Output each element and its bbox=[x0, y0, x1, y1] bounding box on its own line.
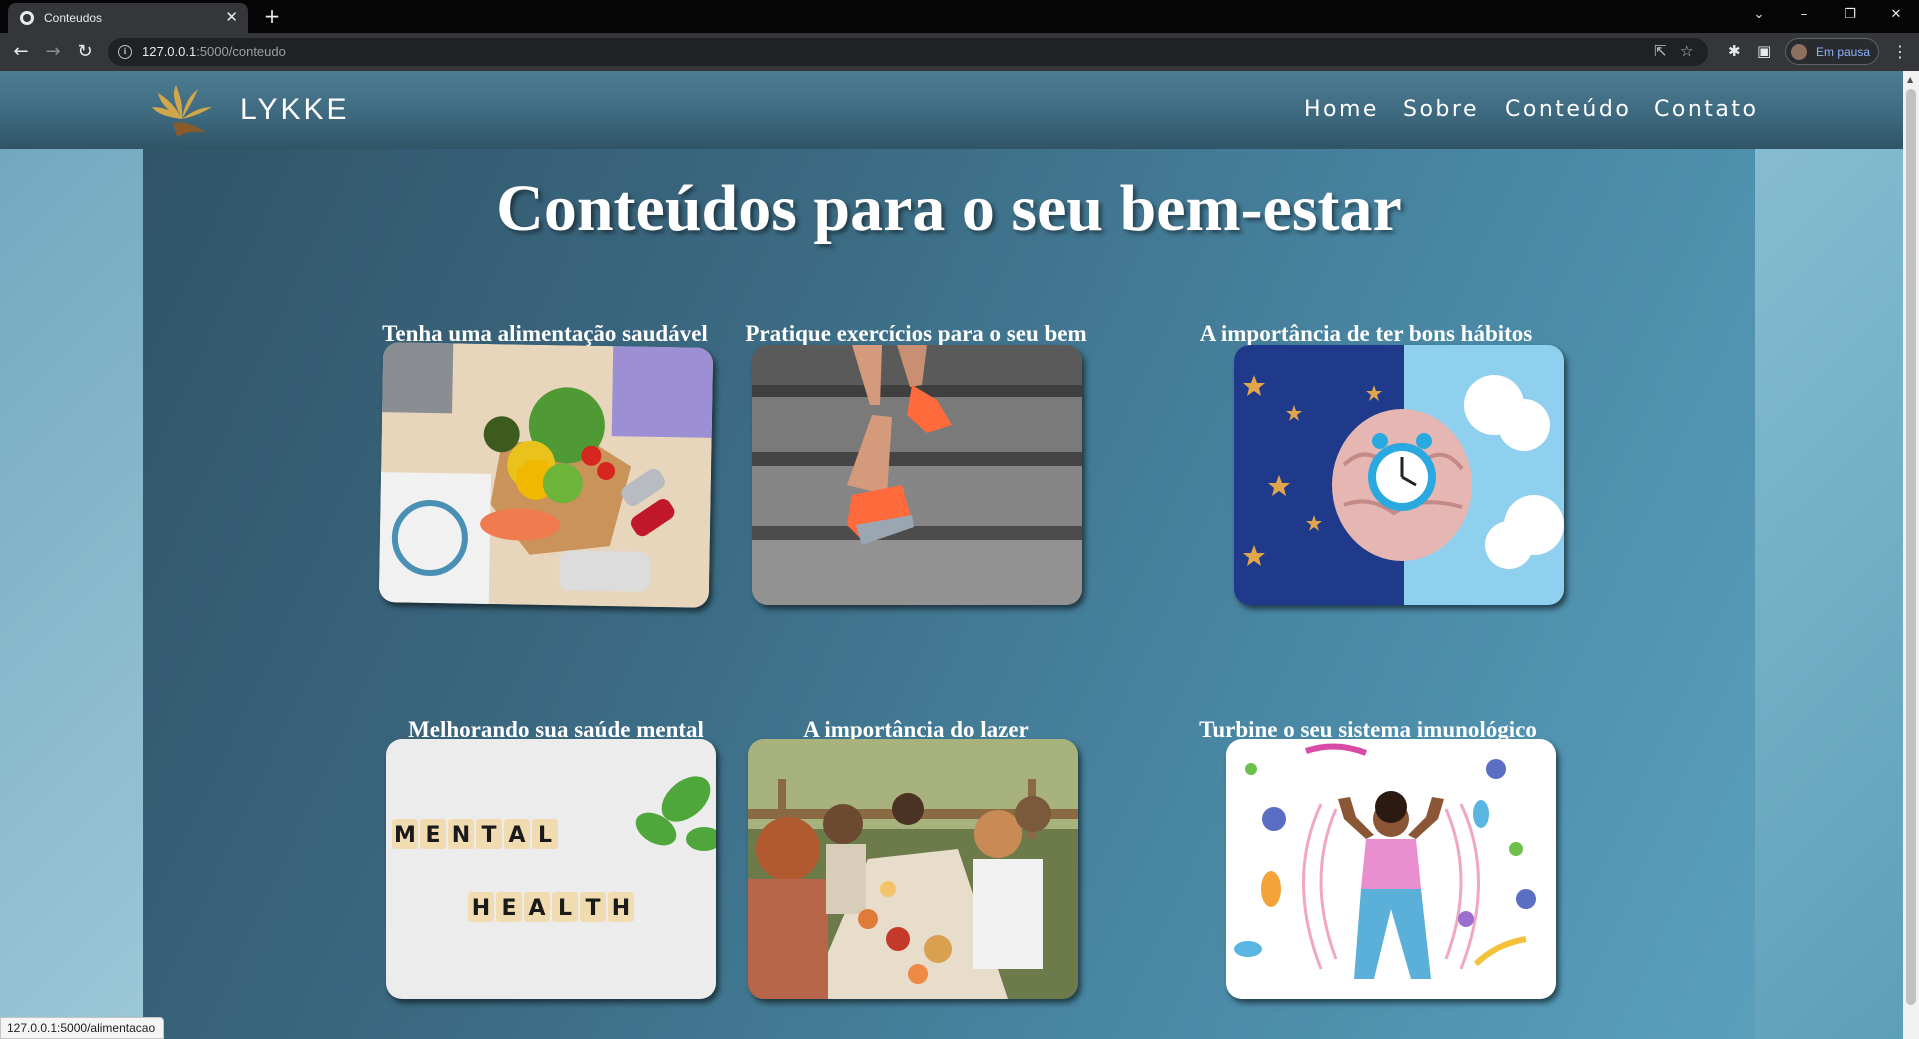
svg-text:A: A bbox=[508, 823, 525, 848]
browser-tab-conteudos[interactable]: Conteudos ✕ bbox=[8, 3, 248, 33]
svg-text:E: E bbox=[425, 823, 440, 848]
svg-text:L: L bbox=[538, 823, 552, 848]
card-title: A importância de ter bons hábitos bbox=[1199, 321, 1533, 346]
url-text: 127.0.0.1:5000/conteudo bbox=[142, 44, 286, 59]
reload-icon[interactable]: ↻ bbox=[72, 39, 98, 65]
minimize-button[interactable]: – bbox=[1781, 0, 1827, 30]
back-arrow-icon[interactable]: ← bbox=[8, 39, 34, 65]
side-panel-icon[interactable]: ▣ bbox=[1757, 42, 1771, 60]
globe-icon bbox=[20, 11, 34, 25]
nav-link-conteudo[interactable]: Conteúdo bbox=[1505, 97, 1631, 122]
content-card-exercicios[interactable]: Pratique exercícios para o seu bem bbox=[696, 321, 1136, 641]
bookmark-star-icon[interactable]: ☆ bbox=[1680, 42, 1693, 60]
site-info-icon[interactable]: i bbox=[118, 45, 132, 59]
running-stairs-image[interactable] bbox=[752, 345, 1082, 605]
svg-text:T: T bbox=[481, 823, 496, 848]
link-status-bar: 127.0.0.1:5000/alimentacao bbox=[0, 1017, 165, 1039]
browser-menu-icon[interactable]: ⋮ bbox=[1892, 42, 1908, 61]
content-panel: Conteúdos para o seu bem-estar Tenha uma… bbox=[143, 149, 1755, 1039]
share-icon[interactable]: ⇱ bbox=[1654, 42, 1667, 60]
browser-toolbar: ← → ↻ i 127.0.0.1:5000/conteudo ⇱ ☆ ✱ ▣ … bbox=[0, 33, 1919, 71]
extensions-puzzle-icon[interactable]: ✱ bbox=[1728, 42, 1741, 60]
forward-arrow-icon[interactable]: → bbox=[40, 39, 66, 65]
svg-text:L: L bbox=[558, 896, 572, 921]
profile-status: Em pausa bbox=[1816, 45, 1871, 59]
content-card-habitos[interactable]: A importância de ter bons hábitos bbox=[1146, 321, 1586, 641]
nav-link-contato[interactable]: Contato bbox=[1654, 97, 1758, 122]
profile-button[interactable]: Em pausa bbox=[1785, 38, 1879, 65]
restore-button[interactable]: ❐ bbox=[1827, 0, 1873, 30]
tab-title: Conteudos bbox=[44, 11, 103, 25]
new-tab-button[interactable]: + bbox=[259, 3, 285, 29]
page-viewport: LYKKE Home Sobre Conteúdo Contato Conteú… bbox=[0, 71, 1903, 1039]
browser-tab-strip: Conteudos ✕ + ⌄ – ❐ ✕ bbox=[0, 0, 1919, 33]
nav-link-home[interactable]: Home bbox=[1304, 97, 1379, 122]
card-title: Pratique exercícios para o seu bem bbox=[745, 321, 1087, 346]
close-tab-icon[interactable]: ✕ bbox=[225, 8, 238, 26]
nav-link-sobre[interactable]: Sobre bbox=[1403, 97, 1479, 122]
content-card-lazer[interactable]: A importância do lazer bbox=[696, 717, 1136, 1037]
tab-search-chevron-icon[interactable]: ⌄ bbox=[1736, 0, 1782, 30]
svg-text:T: T bbox=[585, 896, 600, 921]
page-scrollbar[interactable]: ▲ bbox=[1903, 71, 1919, 1039]
page-title: Conteúdos para o seu bem-estar bbox=[496, 172, 1402, 245]
friends-picnic-image[interactable] bbox=[748, 739, 1078, 999]
lykke-logo-icon[interactable] bbox=[152, 81, 222, 139]
mental-health-tiles-image[interactable]: MEN TAL HEA LTH bbox=[386, 739, 716, 999]
svg-text:E: E bbox=[501, 896, 516, 921]
brain-clock-image[interactable] bbox=[1234, 345, 1564, 605]
svg-text:M: M bbox=[394, 823, 416, 848]
content-card-imunologico[interactable]: Turbine o seu sistema imunológico bbox=[1148, 717, 1588, 1037]
svg-text:N: N bbox=[452, 823, 470, 848]
scrollbar-thumb[interactable] bbox=[1906, 89, 1916, 1005]
address-bar[interactable]: i 127.0.0.1:5000/conteudo ⇱ ☆ bbox=[108, 38, 1708, 66]
close-window-button[interactable]: ✕ bbox=[1873, 0, 1919, 30]
svg-text:A: A bbox=[528, 896, 545, 921]
site-header: LYKKE Home Sobre Conteúdo Contato bbox=[0, 71, 1903, 149]
avatar bbox=[1791, 44, 1807, 60]
scroll-up-arrow-icon[interactable]: ▲ bbox=[1907, 75, 1913, 84]
svg-text:H: H bbox=[472, 896, 490, 921]
brand-name[interactable]: LYKKE bbox=[240, 93, 350, 127]
immune-system-image[interactable] bbox=[1226, 739, 1556, 999]
healthy-food-image[interactable] bbox=[378, 342, 714, 608]
svg-text:H: H bbox=[612, 896, 630, 921]
